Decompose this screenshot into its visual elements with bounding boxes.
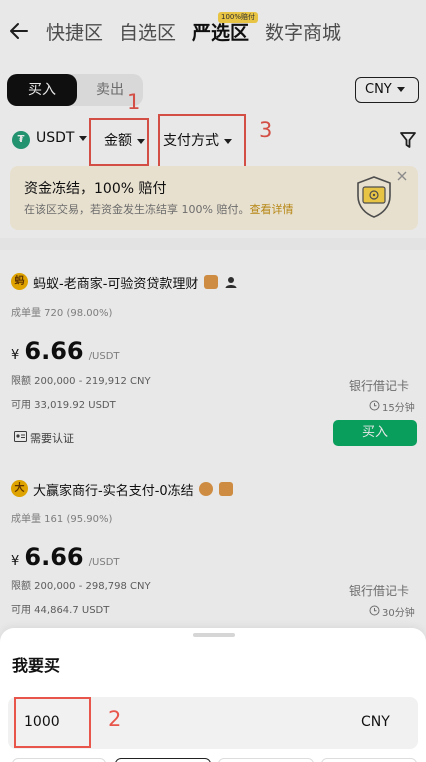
available-amount: 可用 33,019.92 USDT (11, 400, 116, 411)
fiat-currency-select[interactable]: CNY (355, 77, 419, 103)
compensation-badge: 100%赔付 (218, 12, 259, 23)
shield-icon (357, 176, 391, 218)
annotation-box-amount-input (14, 697, 91, 748)
merchant-name[interactable]: 蚂蚁-老商家-可验资贷款理财 (33, 273, 198, 292)
annotation-box-payment (158, 114, 246, 170)
annotation-box-amount (89, 118, 149, 166)
order-stats: 成单量 720 (98.00%) (11, 308, 113, 319)
kyc-required-label: 需要认证 (30, 432, 74, 445)
section-divider (0, 238, 426, 250)
quick-amount-option[interactable] (321, 758, 417, 762)
payment-time: 15分钟 (382, 403, 415, 414)
banner-description-text: 在该区交易，若资金发生冻结享 100% 赔付。 (24, 203, 250, 216)
quick-amount-option[interactable] (218, 758, 314, 762)
merchant-name[interactable]: 大赢家商行-实名支付-0冻结 (33, 480, 194, 499)
currency-label: CNY (365, 82, 392, 97)
usdt-coin-icon: ₮ (12, 131, 30, 149)
order-stats: 成单量 161 (95.90%) (11, 514, 113, 525)
amount-currency: CNY (361, 714, 390, 730)
sheet-title: 我要买 (12, 656, 61, 675)
annotation-label-2: 2 (108, 707, 122, 731)
order-limit: 限额 200,000 - 298,798 CNY (11, 581, 151, 592)
chevron-down-icon (396, 87, 405, 92)
tab-quick-zone[interactable]: 快捷区 (46, 18, 103, 45)
banner-title: 资金冻结，100% 赔付 (24, 181, 167, 197)
merchant-avatar: 大 (11, 480, 28, 497)
buy-tab[interactable]: 买入 (7, 74, 77, 106)
merchant-avatar: 蚂 (11, 273, 28, 290)
verified-users-icon (225, 277, 237, 288)
filter-funnel-icon[interactable] (399, 130, 417, 150)
available-amount: 可用 44,864.7 USDT (11, 605, 110, 616)
chevron-down-icon (79, 135, 88, 141)
quick-amount-option[interactable] (115, 758, 211, 762)
clock-icon (369, 400, 380, 411)
merchant-badge-icon (204, 275, 218, 289)
annotation-label-1: 1 (127, 90, 141, 114)
price-unit: /USDT (88, 557, 120, 568)
currency-symbol: ¥ (11, 554, 20, 569)
price-block: ¥ 6.66 /USDT (11, 543, 120, 571)
view-details-link[interactable]: 查看详情 (249, 203, 293, 216)
tab-custom-zone[interactable]: 自选区 (119, 18, 176, 45)
coin-filter[interactable]: USDT (36, 130, 88, 146)
sheet-drag-handle[interactable] (193, 633, 235, 637)
annotation-label-3: 3 (259, 118, 273, 142)
banner-description: 在该区交易，若资金发生冻结享 100% 赔付。查看详情 (24, 201, 293, 217)
unit-price: 6.66 (24, 543, 84, 571)
merchant-coin-badge-icon (199, 482, 213, 496)
merchant-badge-icon (219, 482, 233, 496)
quick-amount-option[interactable] (12, 758, 106, 762)
buy-button[interactable]: 买入 (333, 420, 417, 446)
price-block: ¥ 6.66 /USDT (11, 337, 120, 365)
payment-method: 银行借记卡 (349, 379, 410, 393)
close-icon[interactable] (396, 170, 408, 182)
payment-time: 30分钟 (382, 608, 415, 619)
currency-symbol: ¥ (11, 348, 20, 363)
id-card-icon (14, 431, 27, 442)
top-navigation: 快捷区 自选区 严选区 100%赔付 数字商城 (0, 0, 426, 62)
payment-method: 银行借记卡 (349, 584, 410, 598)
price-unit: /USDT (88, 351, 120, 362)
coin-filter-label: USDT (36, 130, 75, 146)
order-limit: 限额 200,000 - 219,912 CNY (11, 376, 151, 387)
tab-digital-mall[interactable]: 数字商城 (265, 18, 341, 45)
unit-price: 6.66 (24, 337, 84, 365)
back-arrow-icon[interactable] (8, 20, 30, 42)
clock-icon (369, 605, 380, 616)
